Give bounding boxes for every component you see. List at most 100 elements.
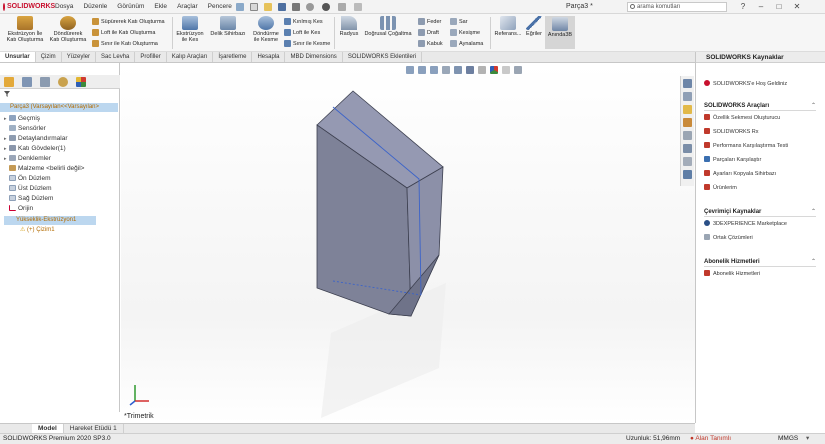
units-dropdown-icon[interactable]: ▾ [806, 434, 809, 444]
tree-item-annotations[interactable]: ▸ Detaylandırmalar [4, 134, 68, 144]
tree-item-material[interactable]: Malzeme <belirli değil> [4, 164, 84, 173]
intersect-button[interactable]: Kesişme [450, 29, 480, 36]
collapse-caret-icon[interactable]: ⌃ [811, 102, 816, 110]
boundary-boss-button[interactable]: Sınır ile Katı Oluşturma [92, 40, 158, 47]
tree-item-front-plane[interactable]: Ön Düzlem [4, 174, 51, 183]
filter-icon[interactable] [4, 91, 10, 97]
loft-boss-button[interactable]: Loft ile Katı Oluşturma [92, 29, 155, 36]
tab-motion-study-1[interactable]: Hareket Etüdü 1 [64, 424, 124, 433]
tab-markup[interactable]: İşaretleme [213, 52, 253, 62]
link-property-tab-builder[interactable]: Özellik Sekmesi Oluşturucu [704, 114, 780, 122]
open-folder-icon[interactable] [264, 3, 272, 11]
draft-button[interactable]: Draft [418, 29, 439, 36]
resources-tab-icon[interactable] [683, 79, 692, 88]
3dexperience-tab-icon[interactable] [683, 170, 692, 179]
design-library-tab-icon[interactable] [683, 92, 692, 101]
help-icon[interactable]: ? [738, 2, 748, 12]
tab-sheet-metal[interactable]: Sac Levha [96, 52, 136, 62]
print-icon[interactable] [292, 3, 300, 11]
link-my-products[interactable]: Ürünlerim [704, 184, 737, 192]
home-icon[interactable] [236, 3, 244, 11]
link-solidworks-rx[interactable]: SOLIDWORKS Rx [704, 128, 759, 136]
tab-sketch[interactable]: Çizim [36, 52, 62, 62]
menu-insert[interactable]: Ekle [149, 3, 172, 10]
minimize-button[interactable]: – [756, 2, 766, 12]
appearances-tab-icon[interactable] [683, 131, 692, 140]
link-3dexperience-marketplace[interactable]: 3DEXPERIENCE Marketplace [704, 220, 787, 228]
menu-file[interactable]: Dosya [50, 3, 78, 10]
tab-mbd-dimensions[interactable]: MBD Dimensions [285, 52, 343, 62]
menu-window[interactable]: Pencere [203, 3, 237, 10]
tab-profiles[interactable]: Profiller [135, 52, 167, 62]
menu-edit[interactable]: Düzenle [78, 3, 112, 10]
fillet-button[interactable]: Radyus [338, 16, 360, 37]
collapse-caret-icon[interactable]: ⌃ [811, 208, 816, 216]
tab-surfaces[interactable]: Yüzeyler [62, 52, 97, 62]
display-manager-tab-icon[interactable] [76, 77, 86, 87]
tree-item-equations[interactable]: ▸ Denklemler [4, 154, 51, 164]
tree-root-part[interactable]: Parça3 (Varsayılan<<Varsayılan> [0, 103, 118, 112]
wrap-button[interactable]: Sar [450, 18, 468, 25]
tree-item-history[interactable]: ▸ Geçmiş [4, 114, 40, 124]
tree-item-solid-bodies[interactable]: ▸ Katı Gövdeler(1) [4, 144, 66, 154]
menu-view[interactable]: Görünüm [112, 3, 149, 10]
revolve-cut-button[interactable]: Döndürme ile Kesme [250, 16, 282, 43]
menu-tools[interactable]: Araçlar [172, 3, 203, 10]
sweep-boss-button[interactable]: Süpürerek Katı Oluşturma [92, 18, 165, 25]
restore-button[interactable]: □ [774, 2, 784, 12]
extrude-cut-button[interactable]: Ekstrüzyon ile Kes [175, 16, 205, 43]
section-online-resources[interactable]: Çevrimiçi Kaynaklar ⌃ [704, 208, 816, 217]
collapse-caret-icon[interactable]: ⌃ [811, 258, 816, 266]
undo-icon[interactable] [306, 3, 314, 11]
feature-tree-tab-icon[interactable] [4, 77, 14, 87]
loft-cut-button[interactable]: Loft ile Kes [284, 29, 320, 36]
tab-mold-tools[interactable]: Kalıp Araçları [167, 52, 214, 62]
tree-item-origin[interactable]: Orijin [4, 204, 33, 213]
part-model-3d[interactable] [121, 63, 695, 423]
link-performance-benchmark[interactable]: Performans Karşılaştırma Testi [704, 142, 788, 150]
status-units[interactable]: MMGS [778, 434, 798, 444]
curves-button[interactable]: Eğriler [524, 16, 544, 37]
tree-item-boss-extrude[interactable]: Yükseklik-Ekstrüzyon1 [4, 216, 96, 225]
linear-pattern-button[interactable]: Doğrusal Çoğaltma [362, 16, 414, 37]
hole-wizard-button[interactable]: Delik Sihirbazı [208, 16, 248, 37]
search-input[interactable]: arama komutları [627, 2, 727, 12]
close-button[interactable]: ✕ [792, 2, 802, 12]
revolve-boss-button[interactable]: Döndürerek Katı Oluşturma [48, 16, 88, 43]
new-document-icon[interactable] [250, 3, 258, 11]
tab-features[interactable]: Unsurlar [0, 52, 36, 62]
options-gear-icon[interactable] [354, 3, 362, 11]
link-copy-settings-wizard[interactable]: Ayarları Kopyala Sihirbazı [704, 170, 776, 178]
mirror-button[interactable]: Aynalama [450, 40, 483, 47]
welcome-link[interactable]: SOLIDWORKS'e Hoş Geldiniz [704, 80, 787, 88]
save-icon[interactable] [278, 3, 286, 11]
link-subscription-services[interactable]: Abonelik Hizmetleri [704, 270, 760, 278]
rebuild-icon[interactable] [338, 3, 346, 11]
reference-geometry-button[interactable]: Referans... [492, 16, 524, 37]
shell-button[interactable]: Kabuk [418, 40, 443, 47]
tree-item-sensors[interactable]: Sensörler [4, 124, 46, 133]
tree-item-top-plane[interactable]: Üst Düzlem [4, 184, 52, 193]
sweep-cut-button[interactable]: Kırılmış Kes [284, 18, 323, 25]
tab-evaluate[interactable]: Hesapla [252, 52, 286, 62]
tree-item-right-plane[interactable]: Sağ Düzlem [4, 194, 53, 203]
tree-item-sketch[interactable]: ⚠ (+) Çizim1 [20, 226, 55, 235]
tab-solidworks-addins[interactable]: SOLIDWORKS Eklentileri [343, 52, 423, 62]
rib-button[interactable]: Feder [418, 18, 441, 25]
dimxpert-tab-icon[interactable] [58, 77, 68, 87]
link-partner-solutions[interactable]: Ortak Çözümleri [704, 234, 753, 242]
solidworks-logo[interactable]: SOLIDWORKS [0, 0, 55, 14]
configuration-manager-tab-icon[interactable] [40, 77, 50, 87]
solidworks-forum-tab-icon[interactable] [683, 157, 692, 166]
graphics-viewport[interactable]: *Trimetrik [121, 63, 695, 423]
section-subscription-services[interactable]: Abonelik Hizmetleri ⌃ [704, 258, 816, 267]
property-manager-tab-icon[interactable] [22, 77, 32, 87]
custom-properties-tab-icon[interactable] [683, 144, 692, 153]
section-solidworks-tools[interactable]: SOLIDWORKS Araçları ⌃ [704, 102, 816, 111]
extrude-boss-button[interactable]: Ekstrüzyon İle Katı Oluşturma [4, 16, 46, 43]
view-palette-tab-icon[interactable] [683, 118, 692, 127]
boundary-cut-button[interactable]: Sınır ile Kesme [284, 40, 330, 47]
tab-model[interactable]: Model [32, 424, 64, 433]
link-compare-documents[interactable]: Parçaları Karşılaştır [704, 156, 761, 164]
select-arrow-icon[interactable] [322, 3, 330, 11]
